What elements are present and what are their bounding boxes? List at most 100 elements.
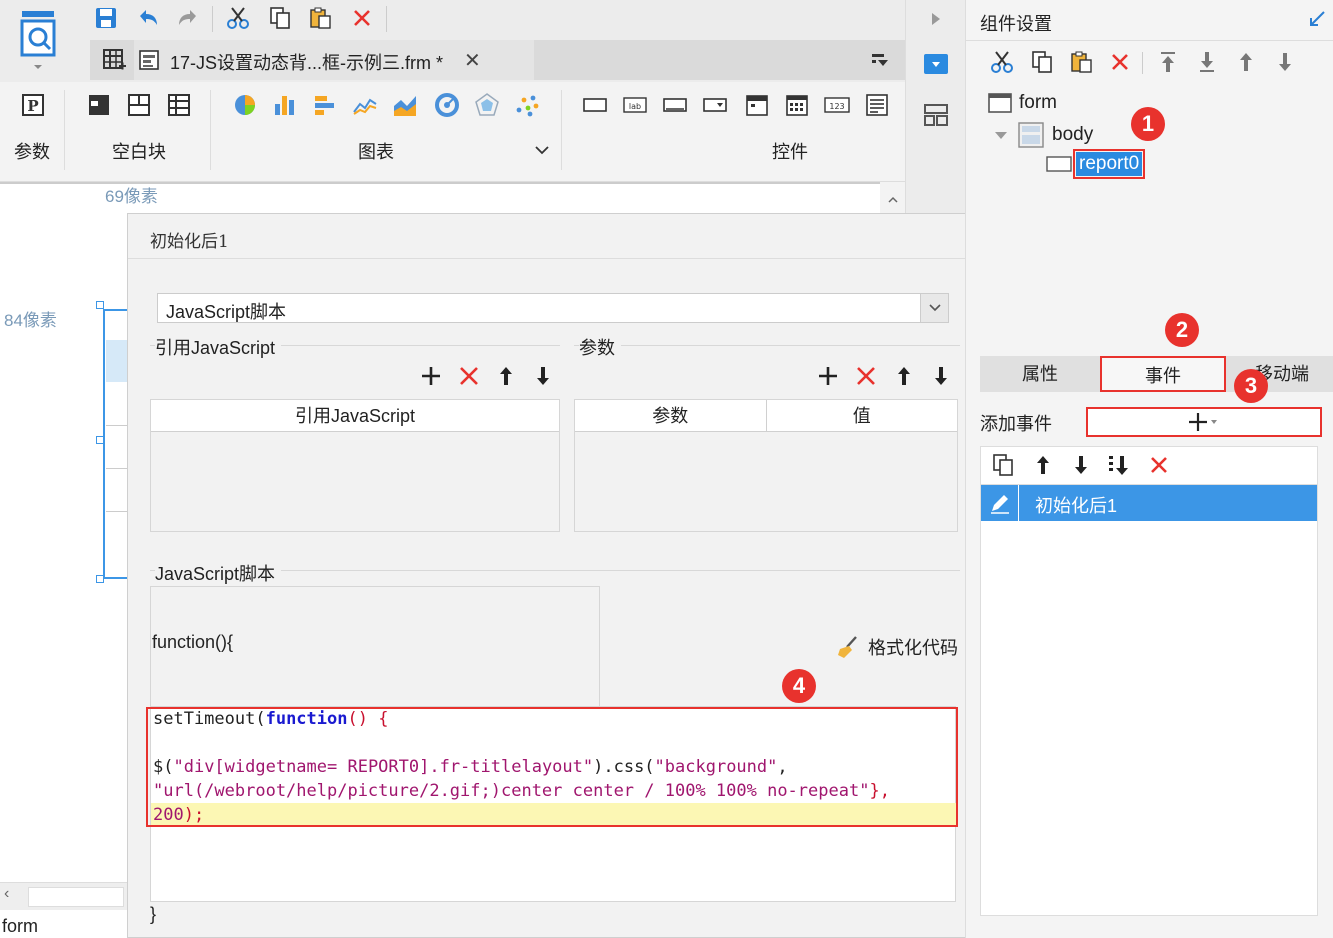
copy-icon[interactable] — [1030, 50, 1054, 74]
copy-event-icon[interactable] — [991, 453, 1015, 477]
textbox-widget-icon[interactable] — [582, 92, 608, 118]
report-highlight-cell — [106, 340, 127, 382]
close-icon[interactable]: ✕ — [464, 48, 481, 73]
ribbon-group-widgets: 控件 — [772, 142, 808, 162]
cut-icon[interactable] — [990, 50, 1014, 74]
move-up-ref-js-button[interactable] — [494, 364, 518, 388]
move-up-icon[interactable] — [1234, 50, 1258, 74]
date-widget-icon[interactable] — [744, 92, 770, 118]
list-widget-icon[interactable] — [864, 92, 890, 118]
horizontal-scrollbar[interactable]: ‹ — [0, 882, 127, 910]
edit-pencil-icon[interactable] — [981, 485, 1019, 521]
tree-item-form[interactable]: form — [988, 92, 1057, 114]
form-file-icon — [138, 49, 160, 71]
paste-icon[interactable] — [306, 4, 334, 32]
undo-icon[interactable] — [134, 4, 162, 32]
remove-ref-js-button[interactable] — [457, 364, 481, 388]
scatter-chart-icon[interactable] — [514, 92, 540, 118]
params-table[interactable]: 参数 值 — [574, 399, 958, 532]
script-type-select[interactable]: JavaScript脚本 — [157, 293, 949, 323]
step-badge-3: 3 — [1234, 369, 1268, 403]
move-up-param-button[interactable] — [892, 364, 916, 388]
event-list[interactable]: 初始化后1 — [980, 446, 1318, 916]
delete-icon[interactable] — [1108, 50, 1132, 74]
radar-chart-icon[interactable] — [474, 92, 500, 118]
grid-view-icon[interactable] — [102, 48, 126, 72]
delete-icon[interactable] — [348, 4, 376, 32]
area-chart-icon[interactable] — [392, 92, 418, 118]
canvas-footer-label: form — [2, 916, 38, 936]
tree-item-body[interactable]: body — [994, 122, 1093, 148]
combobox-widget-icon[interactable] — [702, 92, 728, 118]
move-bottom-event-icon[interactable] — [1107, 453, 1131, 477]
resize-handle[interactable] — [96, 575, 104, 583]
tree-item-report0[interactable]: report0 — [1046, 149, 1146, 179]
event-list-item[interactable]: 初始化后1 — [981, 485, 1317, 521]
function-open-text: function(){ — [152, 632, 234, 652]
svg-text:lab: lab — [629, 102, 641, 111]
step-badge-1: 1 — [1131, 107, 1165, 141]
ref-js-column-header: 引用JavaScript — [294, 406, 416, 426]
params-section-label: 参数 — [579, 334, 621, 360]
chevron-down-icon[interactable] — [534, 144, 550, 156]
save-icon[interactable] — [92, 4, 120, 32]
bar-chart-icon[interactable] — [272, 92, 298, 118]
expand-icon[interactable] — [1308, 10, 1326, 28]
tree-expand-icon[interactable] — [994, 129, 1008, 141]
add-param-button[interactable] — [816, 364, 840, 388]
hbar-chart-icon[interactable] — [312, 92, 338, 118]
resize-handle[interactable] — [96, 301, 104, 309]
ref-js-section-label: 引用JavaScript — [155, 334, 282, 360]
ref-js-table[interactable]: 引用JavaScript — [150, 399, 560, 532]
move-bottom-icon[interactable] — [1195, 50, 1219, 74]
move-down-param-button[interactable] — [929, 364, 953, 388]
move-up-event-icon[interactable] — [1031, 453, 1055, 477]
app-menu-button[interactable] — [18, 8, 58, 69]
tab-menu-icon[interactable] — [870, 50, 890, 70]
move-down-event-icon[interactable] — [1069, 453, 1093, 477]
button-widget-icon[interactable] — [662, 92, 688, 118]
cut-icon[interactable] — [224, 4, 252, 32]
add-event-button[interactable] — [1086, 407, 1322, 437]
toolbar-divider — [212, 6, 213, 32]
gauge-chart-icon[interactable] — [434, 92, 460, 118]
blank-block-icon-1[interactable] — [86, 92, 112, 118]
tree-form-label: form — [1019, 92, 1057, 113]
ribbon-group-params: 参数 — [14, 142, 50, 162]
calendar-widget-icon[interactable] — [784, 92, 810, 118]
collapse-arrow-icon[interactable] — [930, 11, 942, 27]
blank-block-icon-2[interactable] — [126, 92, 152, 118]
layout-icon[interactable] — [924, 104, 948, 126]
tree-report-label: report0 — [1072, 149, 1146, 179]
code-highlight-box — [146, 707, 958, 827]
widget-settings-icon[interactable] — [924, 54, 948, 74]
parameter-icon[interactable]: P — [20, 92, 46, 118]
remove-param-button[interactable] — [854, 364, 878, 388]
label-widget-icon[interactable]: lab — [622, 92, 648, 118]
delete-event-icon[interactable] — [1147, 453, 1171, 477]
tab-file[interactable]: 17-JS设置动态背...框-示例三.frm * ✕ — [134, 40, 534, 80]
ribbon-divider — [561, 90, 562, 170]
redo-icon[interactable] — [174, 4, 202, 32]
ribbon-group-charts: 图表 — [358, 142, 394, 162]
tab-properties[interactable]: 属性 — [980, 356, 1100, 392]
line-chart-icon[interactable] — [352, 92, 378, 118]
number-widget-icon[interactable]: 123 — [824, 92, 850, 118]
move-down-icon[interactable] — [1273, 50, 1297, 74]
blank-block-icon-3[interactable] — [166, 92, 192, 118]
scroll-up-button[interactable] — [880, 182, 905, 217]
ribbon-group-blocks: 空白块 — [112, 142, 166, 162]
pie-chart-icon[interactable] — [232, 92, 258, 118]
resize-handle[interactable] — [96, 436, 104, 444]
add-ref-js-button[interactable] — [419, 364, 443, 388]
copy-icon[interactable] — [266, 4, 294, 32]
chevron-down-icon[interactable] — [920, 294, 948, 322]
move-down-ref-js-button[interactable] — [531, 364, 555, 388]
function-close-text: } — [150, 904, 157, 924]
paste-icon[interactable] — [1069, 50, 1093, 74]
format-code-button[interactable]: 格式化代码 — [836, 634, 958, 660]
move-top-icon[interactable] — [1156, 50, 1180, 74]
svg-text:P: P — [27, 97, 38, 115]
tab-events[interactable]: 事件 — [1100, 356, 1226, 392]
script-type-value: JavaScript脚本 — [166, 302, 287, 322]
